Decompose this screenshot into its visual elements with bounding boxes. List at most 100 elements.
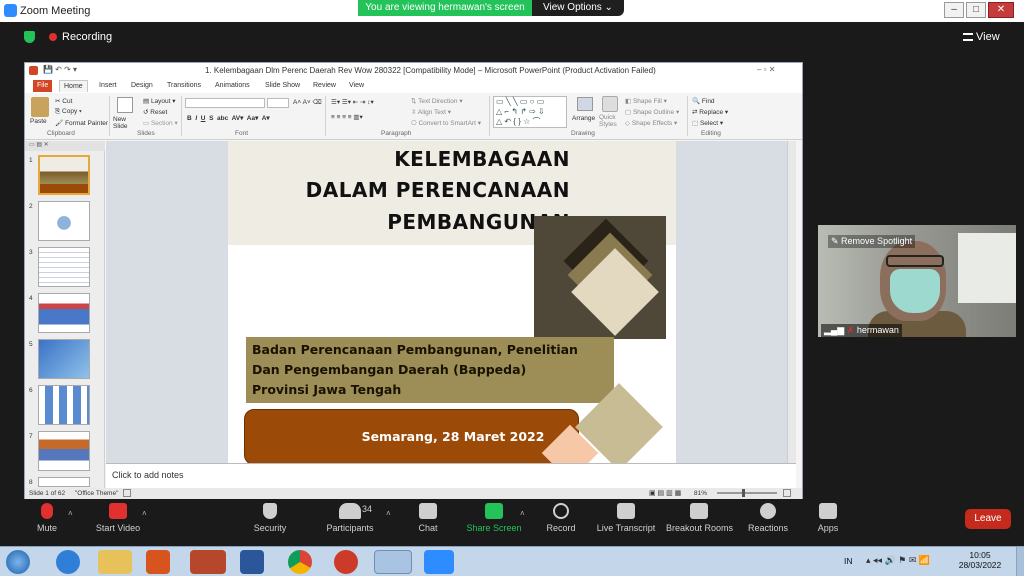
powerpoint-taskbar-icon[interactable] <box>190 550 226 574</box>
convert-smartart-button[interactable]: ⎔ Convert to SmartArt ▾ <box>411 119 481 127</box>
chrome-icon[interactable] <box>288 550 312 574</box>
select-button[interactable]: ⬚ Select ▾ <box>692 119 723 127</box>
remove-spotlight-button[interactable]: ✎ Remove Spotlight <box>828 235 916 248</box>
close-button[interactable]: ✕ <box>988 2 1014 18</box>
slide-thumbnail[interactable] <box>38 293 90 333</box>
internet-explorer-icon[interactable] <box>56 550 80 574</box>
tab-transitions[interactable]: Transitions <box>163 80 205 92</box>
copy-button[interactable]: ⎘ Copy ▾ <box>55 108 82 116</box>
font-family-select[interactable] <box>185 98 265 108</box>
tab-file[interactable]: File <box>33 80 53 92</box>
slide-thumbnail[interactable] <box>38 339 90 379</box>
font-format-icons[interactable]: B I U S abc AV▾ Aa▾ A▾ <box>187 114 270 122</box>
leave-button[interactable]: Leave <box>965 509 1011 529</box>
app-taskbar-icon[interactable] <box>334 550 358 574</box>
shape-fill-button[interactable]: ◧ Shape Fill ▾ <box>625 97 667 105</box>
paste-icon[interactable] <box>31 97 49 117</box>
reactions-button[interactable]: Reactions <box>746 503 790 533</box>
font-grow-shrink-icons[interactable]: A˄ A˅ ⌫ <box>293 98 322 106</box>
chat-button[interactable]: Chat <box>412 503 444 533</box>
tab-design[interactable]: Design <box>127 80 157 92</box>
maximize-button[interactable]: □ <box>966 2 986 18</box>
spell-check-icon[interactable] <box>123 489 131 497</box>
zoom-taskbar-icon[interactable] <box>424 550 454 574</box>
align-text-button[interactable]: ⇳ Align Text ▾ <box>411 108 451 116</box>
video-options-caret[interactable]: ˄ <box>142 509 147 518</box>
breakout-rooms-button[interactable]: Breakout Rooms <box>666 503 734 533</box>
zoom-slider[interactable] <box>717 492 777 494</box>
file-explorer-icon[interactable] <box>98 550 132 574</box>
tab-insert[interactable]: Insert <box>95 80 121 92</box>
paste-button[interactable]: Paste <box>30 118 47 125</box>
tray-icons[interactable]: ▴ ◂◂ 🔊 ⚑ ✉ 📶 <box>866 555 930 566</box>
apps-button[interactable]: Apps <box>812 503 844 533</box>
text-direction-button[interactable]: ⇅ Text Direction ▾ <box>411 97 463 105</box>
new-slide-icon[interactable] <box>117 97 133 113</box>
tab-home[interactable]: Home <box>59 80 88 92</box>
slide-thumbnails-pane[interactable]: ▭ ▤ ✕ 1 2 3 4 5 6 7 8 <box>25 141 105 488</box>
find-button[interactable]: 🔍 Find <box>692 97 715 105</box>
slide-thumbnail[interactable] <box>38 247 90 287</box>
slide-number: 8 <box>29 479 33 486</box>
participants-options-caret[interactable]: ˄ <box>386 509 391 518</box>
minimize-button[interactable]: – <box>944 2 964 18</box>
view-mode-icons[interactable]: ▣ ▤ ▥ ▦ <box>649 489 681 497</box>
replace-button[interactable]: ⇄ Replace ▾ <box>692 108 728 116</box>
arrange-icon[interactable] <box>577 97 593 111</box>
quick-styles-icon[interactable] <box>602 96 618 112</box>
input-language[interactable]: IN <box>844 556 853 566</box>
audio-options-caret[interactable]: ˄ <box>68 509 73 518</box>
fit-slide-icon[interactable] <box>783 489 791 497</box>
taskbar-clock[interactable]: 10:05 28/03/2022 <box>958 550 1002 570</box>
slide-thumbnail[interactable] <box>38 201 90 241</box>
reset-button[interactable]: ↺ Reset <box>143 108 167 116</box>
tab-review[interactable]: Review <box>309 80 340 92</box>
arrange-button[interactable]: Arrange <box>572 115 595 122</box>
show-desktop-button[interactable] <box>1016 547 1024 576</box>
notes-pane[interactable]: Click to add notes <box>106 463 796 488</box>
start-video-button[interactable]: Start Video <box>90 503 146 533</box>
slide-thumbnail[interactable] <box>38 155 90 195</box>
slide-thumbnail[interactable] <box>38 385 90 425</box>
font-size-select[interactable] <box>267 98 289 108</box>
share-screen-button[interactable]: Share Screen <box>466 503 522 533</box>
shapes-gallery[interactable]: ▭ ╲ ╲ ▭ ○ ▭ △ ⌐ ↰ ↱ ⇨ ⇩ △ ↶ { } ☆ ⌒ <box>493 96 567 128</box>
list-indent-icons[interactable]: ☰▾ ☰▾ ⇤ ⇥ ↕▾ <box>331 98 374 106</box>
theme-name: "Office Theme" <box>75 490 119 497</box>
tab-view[interactable]: View <box>345 80 368 92</box>
security-button[interactable]: Security <box>248 503 292 533</box>
slide-number: 4 <box>29 295 33 302</box>
mute-button[interactable]: Mute <box>24 503 70 533</box>
format-painter-button[interactable]: 🖌 Format Painter <box>55 119 108 127</box>
chrome-active-icon[interactable] <box>374 550 412 574</box>
align-icons[interactable]: ≡ ≡ ≡ ≡ ▥▾ <box>331 113 363 121</box>
start-button-icon[interactable] <box>6 550 30 574</box>
zoom-slider-thumb[interactable] <box>742 489 745 497</box>
breakout-rooms-label: Breakout Rooms <box>666 523 734 533</box>
view-button[interactable]: View <box>976 31 1000 43</box>
security-shield-icon[interactable] <box>24 31 35 43</box>
participant-video-tile[interactable]: ✎ Remove Spotlight ▂▄▆ ✗ hermawan <box>818 225 1016 337</box>
record-button[interactable]: Record <box>542 503 580 533</box>
shape-effects-button[interactable]: ◇ Shape Effects ▾ <box>625 119 677 127</box>
slide-thumbnail[interactable] <box>38 431 90 471</box>
live-transcript-button[interactable]: Live Transcript <box>596 503 656 533</box>
new-slide-button[interactable]: New Slide <box>113 116 139 130</box>
share-options-caret[interactable]: ˄ <box>520 509 525 518</box>
slide-scrollbar[interactable] <box>787 141 796 463</box>
layout-button[interactable]: ▤ Layout ▾ <box>143 97 176 105</box>
current-slide[interactable]: KELEMBAGAAN DALAM PERENCANAAN PEMBANGUNA… <box>228 141 676 463</box>
view-options-button[interactable]: View Options ⌄ <box>532 0 624 16</box>
word-taskbar-icon[interactable] <box>240 550 264 574</box>
cut-button[interactable]: ✂ Cut <box>55 97 72 105</box>
quick-access-icons[interactable]: 💾 ↶ ↷ ▾ <box>43 65 77 74</box>
media-player-icon[interactable] <box>146 550 170 574</box>
shape-outline-button[interactable]: ▢ Shape Outline ▾ <box>625 108 679 116</box>
tab-slide-show[interactable]: Slide Show <box>261 80 304 92</box>
section-button[interactable]: ▭ Section ▾ <box>143 119 178 127</box>
slide-thumbnail[interactable] <box>38 477 90 487</box>
quick-styles-button[interactable]: Quick Styles <box>599 114 623 128</box>
tab-animations[interactable]: Animations <box>211 80 254 92</box>
ppt-window-controls[interactable]: – ▫ ✕ <box>757 65 775 74</box>
recording-indicator[interactable]: Recording <box>62 31 112 43</box>
